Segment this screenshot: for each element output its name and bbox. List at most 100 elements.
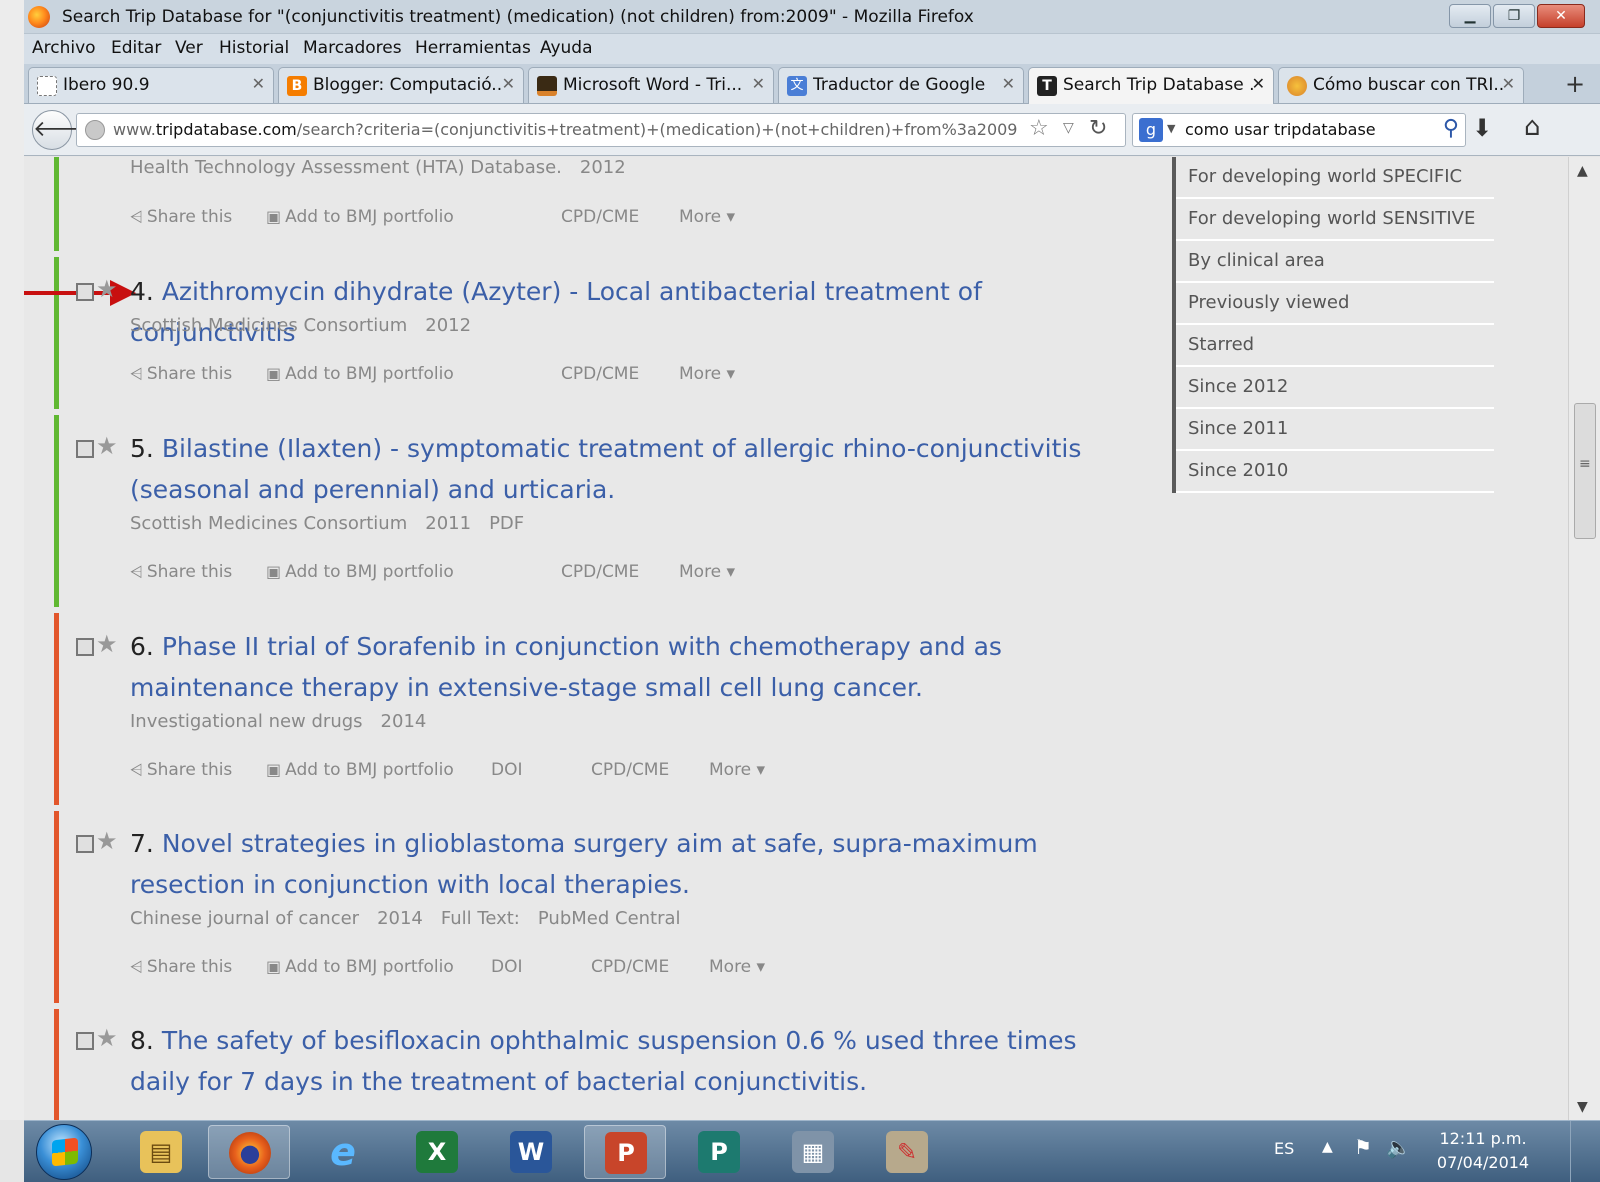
tab-word[interactable]: Microsoft Word - Tri... ✕ — [528, 67, 774, 103]
star-icon[interactable]: ★ — [96, 1024, 118, 1052]
select-checkbox[interactable] — [76, 835, 94, 853]
cpd-cme-link[interactable]: CPD/CME — [561, 562, 639, 582]
show-hidden-icons-icon[interactable]: ▲ — [1322, 1139, 1333, 1155]
bmj-portfolio-link[interactable]: ▣ Add to BMJ portfolio — [266, 957, 454, 977]
share-link[interactable]: ⩤ Share this — [130, 562, 232, 582]
taskbar-explorer[interactable]: ▤ — [120, 1125, 202, 1179]
sidebar-item-developing-sensitive[interactable]: For developing world SENSITIVE — [1176, 199, 1494, 241]
select-checkbox[interactable] — [76, 440, 94, 458]
menu-archivo[interactable]: Archivo — [32, 38, 96, 58]
volume-icon[interactable]: 🔈 — [1386, 1135, 1411, 1159]
more-dropdown[interactable]: More ▾ — [709, 957, 765, 977]
taskbar-powerpoint[interactable]: P — [584, 1125, 666, 1179]
sidebar-item-developing-specific[interactable]: For developing world SPECIFIC — [1176, 157, 1494, 199]
star-icon[interactable]: ★ — [96, 275, 118, 303]
select-checkbox[interactable] — [76, 1032, 94, 1050]
show-desktop-button[interactable] — [1570, 1121, 1600, 1182]
search-engine-icon[interactable]: g — [1139, 118, 1163, 142]
taskbar-paint[interactable]: ✎ — [866, 1125, 948, 1179]
taskbar-word[interactable]: W — [490, 1125, 572, 1179]
sidebar-item-starred[interactable]: Starred — [1176, 325, 1494, 367]
result-title-link[interactable]: 5. Bilastine (Ilaxten) - symptomatic tre… — [130, 428, 1120, 510]
star-icon[interactable]: ★ — [96, 827, 118, 855]
url-text[interactable]: www.tripdatabase.com/search?criteria=(co… — [113, 120, 1017, 139]
menu-herramientas[interactable]: Herramientas — [415, 38, 531, 58]
cpd-cme-link[interactable]: CPD/CME — [591, 957, 669, 977]
share-link[interactable]: ⩤ Share this — [130, 760, 232, 780]
bmj-portfolio-link[interactable]: ▣ Add to BMJ portfolio — [266, 207, 454, 227]
taskbar-calculator[interactable]: ▦ — [772, 1125, 854, 1179]
system-clock[interactable]: 12:11 p.m. 07/04/2014 — [1428, 1127, 1538, 1175]
close-tab-icon[interactable]: ✕ — [1502, 74, 1515, 93]
page-scrollbar[interactable]: ▲ ▼ — [1568, 157, 1600, 1120]
restore-button[interactable]: ❐ — [1493, 4, 1535, 28]
menu-editar[interactable]: Editar — [111, 38, 161, 58]
reload-icon[interactable]: ↻ — [1089, 116, 1107, 141]
globe-icon[interactable] — [85, 120, 105, 140]
action-center-flag-icon[interactable]: ⚑ — [1354, 1135, 1372, 1159]
menu-historial[interactable]: Historial — [219, 38, 289, 58]
close-tab-icon[interactable]: ✕ — [1002, 74, 1015, 93]
tab-como-buscar[interactable]: Cómo buscar con TRI... ✕ — [1278, 67, 1524, 103]
search-icon[interactable]: ⚲ — [1443, 116, 1459, 141]
share-link[interactable]: ⩤ Share this — [130, 207, 232, 227]
more-dropdown[interactable]: More ▾ — [679, 207, 735, 227]
tab-ibero[interactable]: Ibero 90.9 ✕ — [28, 67, 274, 103]
pubmed-central-link[interactable]: PubMed Central — [538, 908, 681, 929]
close-tab-icon[interactable]: ✕ — [752, 74, 765, 93]
select-checkbox[interactable] — [76, 638, 94, 656]
more-dropdown[interactable]: More ▾ — [709, 760, 765, 780]
result-title-link[interactable]: 4. Azithromycin dihydrate (Azyter) - Loc… — [130, 271, 1120, 353]
doi-link[interactable]: DOI — [491, 760, 523, 780]
tab-translate[interactable]: 文 Traductor de Google ✕ — [778, 67, 1024, 103]
scroll-up-icon[interactable]: ▲ — [1577, 163, 1588, 179]
taskbar-excel[interactable]: X — [396, 1125, 478, 1179]
bmj-portfolio-link[interactable]: ▣ Add to BMJ portfolio — [266, 760, 454, 780]
more-dropdown[interactable]: More ▾ — [679, 562, 735, 582]
sidebar-item-since-2011[interactable]: Since 2011 — [1176, 409, 1494, 451]
result-title-link[interactable]: 7. Novel strategies in glioblastoma surg… — [130, 823, 1120, 905]
result-title-link[interactable]: 8. The safety of besifloxacin ophthalmic… — [130, 1020, 1120, 1102]
search-bar[interactable]: g ▼ como usar tripdatabase ⚲ — [1132, 113, 1466, 147]
more-dropdown[interactable]: More ▾ — [679, 364, 735, 384]
history-dropdown-icon[interactable]: ▽ — [1063, 120, 1074, 136]
result-title-link[interactable]: 6. Phase II trial of Sorafenib in conjun… — [130, 626, 1120, 708]
doi-link[interactable]: DOI — [491, 957, 523, 977]
close-tab-icon[interactable]: ✕ — [252, 74, 265, 93]
firefox-logo-icon[interactable] — [28, 6, 50, 28]
close-window-button[interactable]: ✕ — [1537, 4, 1585, 28]
bmj-portfolio-link[interactable]: ▣ Add to BMJ portfolio — [266, 562, 454, 582]
start-button[interactable] — [36, 1124, 92, 1180]
scroll-thumb[interactable] — [1574, 403, 1596, 539]
sidebar-item-previously-viewed[interactable]: Previously viewed — [1176, 283, 1494, 325]
taskbar-publisher[interactable]: P — [678, 1125, 760, 1179]
cpd-cme-link[interactable]: CPD/CME — [561, 364, 639, 384]
home-icon[interactable]: ⌂ — [1524, 112, 1541, 142]
share-link[interactable]: ⩤ Share this — [130, 364, 232, 384]
share-link[interactable]: ⩤ Share this — [130, 957, 232, 977]
scroll-down-icon[interactable]: ▼ — [1577, 1099, 1588, 1115]
minimize-button[interactable]: ▁ — [1449, 4, 1491, 28]
tab-blogger[interactable]: B Blogger: Computació... ✕ — [278, 67, 524, 103]
bookmark-star-icon[interactable]: ☆ — [1029, 116, 1049, 141]
menu-ver[interactable]: Ver — [175, 38, 203, 58]
new-tab-button[interactable]: + — [1555, 67, 1595, 103]
star-icon[interactable]: ★ — [96, 630, 118, 658]
taskbar-firefox[interactable]: ● — [208, 1125, 290, 1179]
back-button[interactable]: 🡐 — [32, 110, 92, 150]
sidebar-item-since-2012[interactable]: Since 2012 — [1176, 367, 1494, 409]
cpd-cme-link[interactable]: CPD/CME — [561, 207, 639, 227]
sidebar-item-since-2010[interactable]: Since 2010 — [1176, 451, 1494, 493]
close-tab-icon[interactable]: ✕ — [1252, 74, 1265, 93]
url-bar[interactable]: www.tripdatabase.com/search?criteria=(co… — [76, 113, 1126, 147]
bmj-portfolio-link[interactable]: ▣ Add to BMJ portfolio — [266, 364, 454, 384]
pdf-link[interactable]: PDF — [489, 513, 524, 534]
language-indicator[interactable]: ES — [1274, 1139, 1294, 1158]
star-icon[interactable]: ★ — [96, 432, 118, 460]
tab-trip-database[interactable]: T Search Trip Database ... ✕ — [1028, 67, 1274, 104]
close-tab-icon[interactable]: ✕ — [502, 74, 515, 93]
menu-marcadores[interactable]: Marcadores — [303, 38, 402, 58]
cpd-cme-link[interactable]: CPD/CME — [591, 760, 669, 780]
select-checkbox[interactable] — [76, 283, 94, 301]
engine-dropdown-icon[interactable]: ▼ — [1167, 122, 1175, 135]
